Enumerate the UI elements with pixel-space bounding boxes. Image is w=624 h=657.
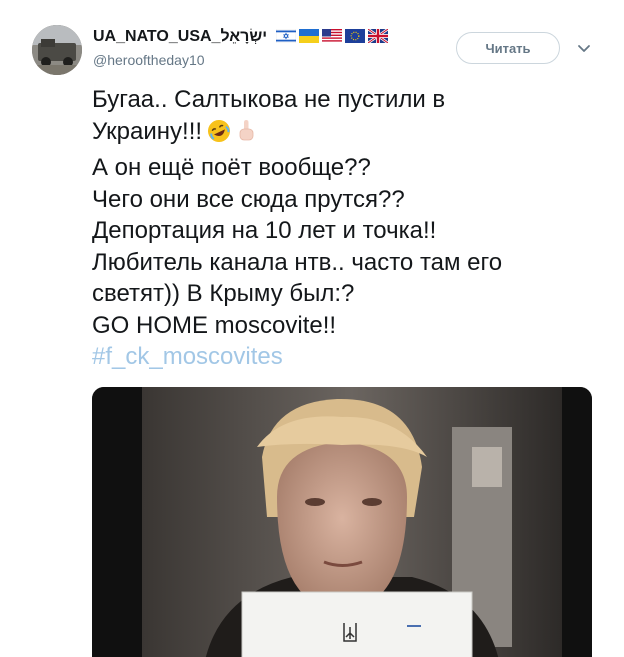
tweet-line: Бугаа.. Салтыкова не пустили в — [92, 86, 446, 113]
usa-flag-icon — [322, 29, 342, 43]
tweet-line: светят)) В Крыму был:? — [92, 280, 355, 307]
display-name[interactable]: UA_NATO_USA_ישְׂרָאֵל — [93, 28, 267, 46]
tweet-line: Чего они все сюда прутся?? — [92, 185, 405, 213]
tweet-line-with-emoji: Украину!!! — [92, 116, 592, 153]
tweet-text: Бугаа.. Салтыкова не пустили в Украину!!… — [92, 84, 592, 373]
tweet-line: GO HOME moscovite!! — [92, 311, 337, 339]
flag-emojis — [276, 29, 388, 43]
ukraine-flag-icon — [299, 29, 319, 43]
rolling-laughing-icon — [206, 118, 232, 153]
israel-flag-icon — [276, 29, 296, 43]
tweet-line: Депортация на 10 лет и точка!! — [92, 217, 437, 244]
tweet-card: UA_NATO_USA_ישְׂרָאֵל @herooftheday10 Чи… — [0, 0, 624, 657]
tweet-line: Украину!!! — [92, 117, 203, 145]
avatar[interactable] — [32, 25, 82, 75]
username[interactable]: @herooftheday10 — [93, 52, 205, 68]
uk-flag-icon — [368, 29, 388, 43]
follow-button[interactable]: Читать — [456, 32, 560, 64]
video-thumbnail[interactable] — [92, 387, 592, 657]
middle-finger-icon — [236, 118, 256, 153]
tweet-line: Любитель канала нтв.. часто там его — [92, 248, 503, 276]
video-frame-image — [92, 387, 592, 657]
chevron-down-icon[interactable] — [576, 40, 592, 56]
eu-flag-icon — [345, 29, 365, 43]
hashtag-link[interactable]: #f_ck_moscovites — [92, 341, 592, 373]
avatar-image — [32, 25, 82, 75]
tweet-line: А он ещё поёт вообще?? — [92, 154, 371, 181]
